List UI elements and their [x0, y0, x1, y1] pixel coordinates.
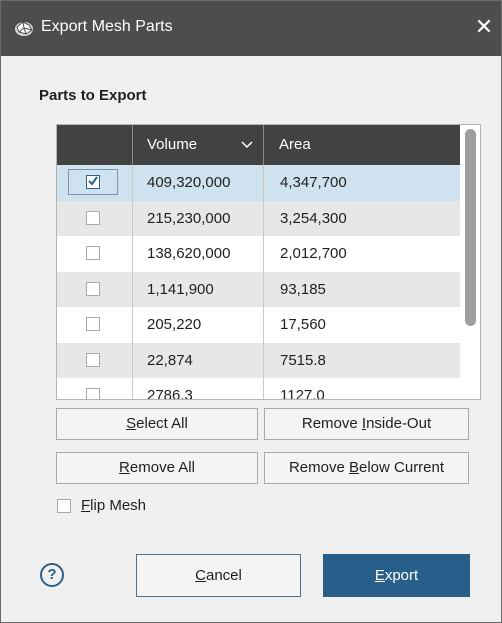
remove-inside-out-button[interactable]: Remove Inside-Out	[264, 408, 469, 440]
mesh-app-icon	[13, 17, 35, 39]
row-checkbox[interactable]	[86, 388, 100, 399]
remove-all-label: emove All	[129, 459, 195, 476]
export-mnemonic: E	[374, 567, 385, 584]
parts-table: Volume Area 409,320,000 4,347,700 215,230,…	[56, 124, 481, 400]
export-label: xport	[384, 567, 419, 584]
row-checkbox-cell	[57, 342, 133, 378]
table-scrollbar[interactable]	[460, 125, 480, 399]
flip-mesh-label-rest: lip Mesh	[90, 497, 147, 514]
row-checkbox-cell	[57, 200, 133, 236]
select-all-button[interactable]: Select All	[56, 408, 258, 440]
area-cell: 1127.0	[280, 387, 325, 400]
export-button[interactable]: Export	[323, 554, 470, 597]
cancel-label: ancel	[205, 567, 242, 584]
check-icon	[88, 176, 98, 186]
table-row[interactable]: 22,874 7515.8	[57, 342, 461, 378]
remove-all-mnemonic: R	[119, 459, 130, 476]
volume-cell: 1,141,900	[133, 271, 264, 307]
export-mesh-parts-dialog: Export Mesh Parts ✕ Parts to Export Volu…	[0, 0, 502, 623]
table-row[interactable]: 215,230,000 3,254,300	[57, 200, 461, 236]
remove-all-button[interactable]: Remove All	[56, 452, 258, 484]
row-checkbox[interactable]	[86, 210, 100, 225]
remove-inside-out-label-pre: Remove	[301, 415, 362, 432]
remove-below-current-button[interactable]: Remove Below Current	[264, 452, 469, 484]
area-cell: 7515.8	[280, 351, 326, 369]
area-cell: 93,185	[280, 280, 326, 298]
row-checkbox-cell	[57, 236, 133, 272]
column-header-volume-label: Volume	[147, 136, 198, 153]
row-checkbox[interactable]	[86, 352, 100, 367]
table-header: Volume Area	[57, 125, 461, 165]
volume-cell: 22,874	[133, 342, 264, 378]
row-checkbox-cell	[57, 271, 133, 307]
area-cell: 17,560	[280, 316, 326, 333]
remove-below-label-pre: Remove	[288, 459, 349, 476]
row-checkbox-cell	[57, 378, 133, 399]
row-checkbox[interactable]	[86, 317, 100, 331]
remove-inside-out-label: nside-Out	[366, 415, 432, 432]
volume-cell: 215,230,000	[133, 200, 264, 236]
help-circle-icon[interactable]: ?	[40, 563, 64, 587]
remove-below-mnemonic: B	[348, 459, 359, 476]
column-header-area[interactable]: Area	[264, 125, 461, 165]
remove-below-label: elow Current	[359, 459, 445, 476]
cancel-mnemonic: C	[195, 567, 206, 584]
select-all-mnemonic: S	[126, 415, 137, 432]
table-row[interactable]: 409,320,000 4,347,700	[57, 165, 461, 201]
row-checkbox[interactable]	[86, 246, 100, 260]
table-row[interactable]: 205,220 17,560	[57, 307, 461, 343]
select-all-label: elect All	[136, 415, 188, 432]
area-cell: 4,347,700	[280, 174, 347, 191]
scrollbar-thumb[interactable]	[465, 129, 476, 326]
table-row[interactable]: 138,620,000 2,012,700	[57, 236, 461, 272]
volume-cell: 138,620,000	[133, 236, 264, 272]
area-cell: 3,254,300	[280, 209, 347, 227]
volume-cell: 2786.3	[133, 378, 264, 399]
volume-cell: 409,320,000	[133, 165, 264, 201]
column-header-check[interactable]	[57, 125, 133, 165]
table-row[interactable]: 2786.3 1127.0	[57, 378, 461, 400]
table-row[interactable]: 1,141,900 93,185	[57, 271, 461, 307]
flip-mesh-label: Flip Mesh	[81, 497, 146, 515]
flip-mesh-mnemonic: F	[81, 497, 91, 514]
area-cell: 2,012,700	[280, 245, 347, 262]
close-icon[interactable]: ✕	[471, 13, 497, 41]
window-title: Export Mesh Parts	[41, 18, 173, 35]
row-checkbox[interactable]	[86, 281, 100, 296]
cancel-button[interactable]: Cancel	[136, 554, 301, 597]
flip-mesh-checkbox-box[interactable]	[57, 499, 71, 513]
row-checkbox-cell	[57, 165, 133, 201]
column-header-volume[interactable]: Volume	[133, 125, 264, 165]
row-checkbox-cell	[57, 307, 133, 343]
parts-to-export-label: Parts to Export	[39, 87, 147, 104]
title-bar: Export Mesh Parts ✕	[1, 1, 501, 56]
table-body: 409,320,000 4,347,700 215,230,000 3,254,300…	[57, 165, 461, 400]
row-checkbox[interactable]	[86, 175, 100, 189]
volume-cell: 205,220	[133, 307, 264, 343]
